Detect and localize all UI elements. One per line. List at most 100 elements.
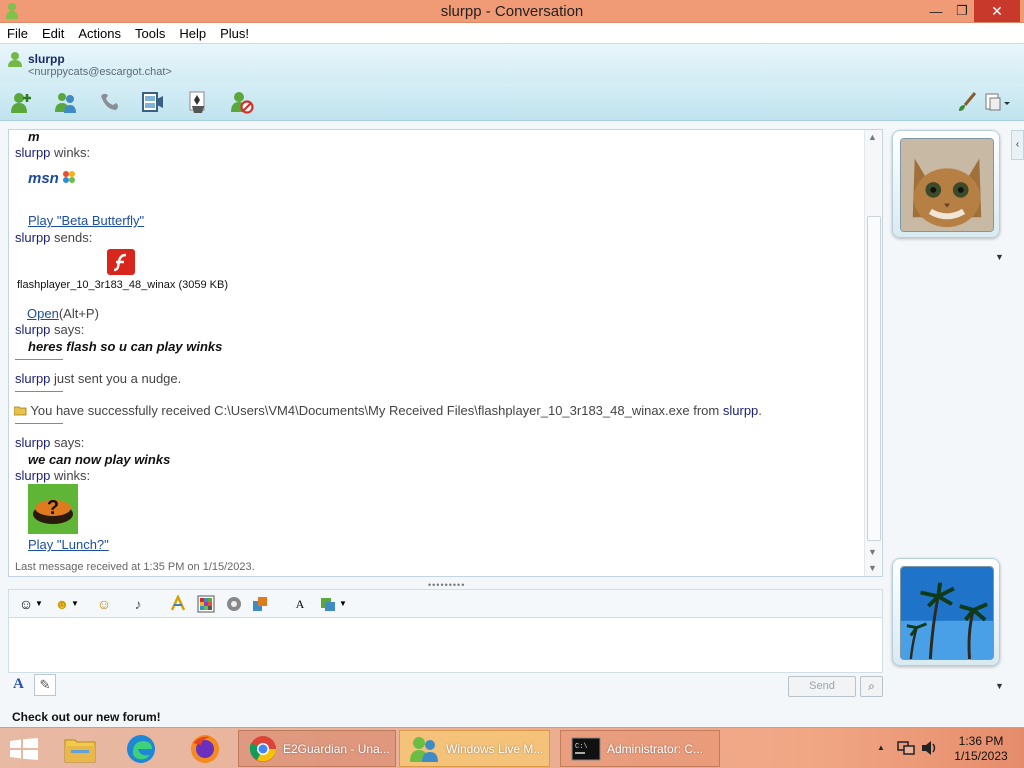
lunch-wink-thumbnail[interactable]: ? — [28, 484, 78, 534]
send-button[interactable]: Send — [788, 676, 856, 697]
format-icon[interactable] — [319, 595, 337, 613]
display-options-icon[interactable] — [984, 90, 1012, 114]
my-display-picture[interactable] — [892, 558, 1000, 666]
received-end: . — [758, 403, 762, 418]
menu-bar: File Edit Actions Tools Help Plus! — [0, 23, 1024, 43]
file-name: flashplayer_10_3r183_48_winax (3059 KB) — [17, 279, 228, 291]
video-icon[interactable] — [141, 90, 165, 114]
event-text: sends: — [54, 230, 93, 245]
collapse-pane-button[interactable]: ‹ — [1011, 130, 1024, 160]
play-wink-link[interactable]: Play "Lunch?" — [28, 537, 109, 552]
forum-banner[interactable]: Check out our new forum! — [12, 710, 161, 724]
font-style-icon[interactable]: A — [291, 595, 309, 613]
edge-browser-icon[interactable] — [124, 733, 158, 765]
file-received-event: You have successfully received C:\Users\… — [13, 403, 762, 418]
format-dropdown-icon[interactable]: ▼ — [339, 595, 347, 613]
window-title: slurpp - Conversation — [440, 3, 584, 20]
scroll-up-arrow[interactable]: ▲ — [868, 132, 877, 142]
chat-scrollbar[interactable]: ▲ ▼ ▼ — [864, 130, 882, 576]
windows-start-icon[interactable] — [10, 738, 38, 760]
games-icon[interactable] — [186, 90, 210, 114]
wink-event: slurpp winks: — [15, 468, 90, 483]
firefox-icon[interactable] — [188, 733, 222, 765]
sender-name[interactable]: slurpp — [15, 435, 50, 450]
event-text: winks: — [54, 468, 91, 483]
file-explorer-icon[interactable] — [63, 734, 97, 764]
system-clock[interactable]: 1:36 PM 1/15/2023 — [948, 734, 1014, 764]
handwriting-mode-icon[interactable]: ✎ — [34, 674, 56, 696]
sender-name[interactable]: slurpp — [15, 230, 50, 245]
say-event: slurpp says: — [15, 435, 84, 450]
call-icon[interactable] — [98, 90, 122, 114]
kitten-picture — [900, 138, 994, 232]
contact-email: <nurppycats@escargot.chat> — [28, 66, 172, 78]
paint-brush-icon[interactable] — [955, 90, 979, 114]
file-open-row: Open(Alt+P) — [27, 306, 99, 321]
font-style-icon[interactable]: A — [13, 676, 24, 693]
handwriting-icon[interactable] — [251, 595, 269, 613]
background-icon[interactable] — [197, 595, 215, 613]
sender-name[interactable]: slurpp — [15, 322, 50, 337]
font-icon[interactable] — [169, 595, 187, 613]
menu-file[interactable]: File — [7, 26, 28, 41]
block-icon[interactable] — [230, 90, 254, 114]
received-text: You have successfully received C:\Users\… — [30, 403, 720, 418]
open-file-link[interactable]: Open — [27, 306, 59, 321]
wink-dropdown-icon[interactable]: ▼ — [71, 595, 79, 613]
scroll-end-arrow[interactable]: ▼ — [868, 563, 877, 573]
menu-actions[interactable]: Actions — [78, 26, 121, 41]
sender-name[interactable]: slurpp — [15, 371, 50, 386]
sender-name[interactable]: slurpp — [723, 403, 758, 418]
network-icon[interactable] — [897, 740, 915, 756]
clock-time: 1:36 PM — [958, 734, 1004, 748]
scroll-thumb[interactable] — [867, 216, 881, 541]
voice-clip-icon[interactable]: ♪ — [129, 595, 147, 613]
format-toolbar: ☺ ▼ ☻ ▼ ☺ ♪ A ▼ — [8, 589, 883, 617]
chat-history[interactable]: m slurpp winks: msn Play "Beta Butterfly… — [8, 129, 883, 577]
palm-trees-picture — [900, 566, 994, 660]
emoticon-icon[interactable]: ☺ — [17, 595, 35, 613]
message-input[interactable] — [8, 617, 883, 673]
menu-edit[interactable]: Edit — [42, 26, 64, 41]
emoticon-dropdown-icon[interactable]: ▼ — [35, 595, 43, 613]
wink-event: slurpp winks: — [15, 145, 90, 160]
minimize-button[interactable]: — — [922, 0, 950, 22]
say-event: slurpp says: — [15, 322, 84, 337]
taskbar: E2Guardian - Una... Windows Live M... C:… — [0, 727, 1024, 768]
close-button[interactable]: ✕ — [974, 0, 1020, 22]
conversation-toolbar — [0, 83, 1024, 121]
invite-contact-icon[interactable] — [10, 90, 34, 114]
ink-icon[interactable] — [225, 595, 243, 613]
chat-content: m slurpp winks: msn Play "Beta Butterfly… — [9, 130, 864, 576]
task-windows-live-messenger[interactable]: Windows Live M... — [399, 730, 550, 767]
menu-help[interactable]: Help — [179, 26, 206, 41]
separator — [15, 391, 63, 392]
scroll-down-arrow[interactable]: ▼ — [868, 547, 877, 557]
play-wink-link[interactable]: Play "Beta Butterfly" — [28, 213, 144, 228]
task-command-prompt[interactable]: C:\ Administrator: C... — [560, 730, 720, 767]
search-icon[interactable]: ⌕ — [860, 676, 883, 697]
msn-wink-thumbnail[interactable]: msn — [28, 170, 78, 194]
sender-name[interactable]: slurpp — [15, 468, 50, 483]
contact-display-picture[interactable] — [892, 130, 1000, 238]
contact-name[interactable]: slurpp — [28, 52, 65, 66]
file-send-event: slurpp sends: — [15, 230, 92, 245]
task-chrome-e2guardian[interactable]: E2Guardian - Una... — [238, 730, 396, 767]
my-picture-menu-icon[interactable]: ▼ — [995, 681, 1004, 691]
menu-plus[interactable]: Plus! — [220, 26, 249, 41]
flash-file-icon[interactable] — [106, 248, 136, 276]
tray-overflow-icon[interactable]: ▲ — [877, 743, 885, 752]
share-files-icon[interactable] — [54, 90, 78, 114]
volume-icon[interactable] — [920, 740, 938, 756]
partial-message: m — [28, 130, 40, 144]
event-text: says: — [54, 435, 85, 450]
open-shortcut: (Alt+P) — [58, 306, 99, 321]
sender-name[interactable]: slurpp — [15, 145, 50, 160]
clock-date: 1/15/2023 — [954, 749, 1008, 763]
maximize-button[interactable]: ❐ — [950, 0, 974, 22]
separator — [15, 423, 63, 424]
nudge-icon[interactable]: ☺ — [95, 595, 113, 613]
contact-picture-menu-icon[interactable]: ▼ — [995, 252, 1004, 262]
wink-icon[interactable]: ☻ — [53, 595, 71, 613]
menu-tools[interactable]: Tools — [135, 26, 165, 41]
